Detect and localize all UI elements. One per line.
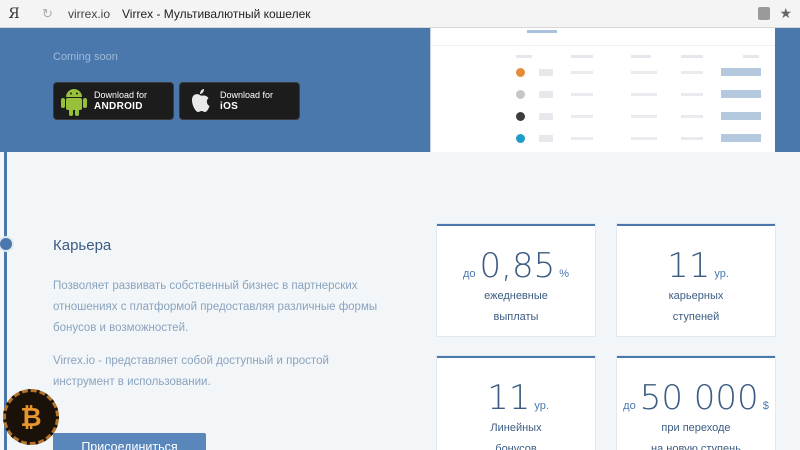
stat-card-level-bonus: до 50 000 $ при переходе на новую ступен… bbox=[617, 356, 775, 450]
timeline-dot bbox=[0, 236, 14, 252]
stat-unit: $ bbox=[762, 400, 769, 412]
stat-card-career-levels: 11 ур. карьерных ступеней bbox=[617, 224, 775, 336]
stat-card-daily-payouts: до 0,85 % ежедневные выплаты bbox=[437, 224, 595, 336]
app-hero-section: Coming soon Download for ANDROID Downloa… bbox=[0, 28, 800, 152]
stat-caption: ежедневные bbox=[484, 290, 548, 302]
stat-unit: ур. bbox=[534, 400, 549, 412]
android-button-line2: ANDROID bbox=[94, 101, 143, 112]
ios-button-line1: Download for bbox=[220, 90, 274, 100]
screenshot-row bbox=[431, 84, 775, 106]
screenshot-tab bbox=[527, 30, 557, 33]
screenshot-row bbox=[431, 62, 775, 84]
bitcoin-symbol: ₿ bbox=[20, 401, 42, 432]
screenshot-header-cell bbox=[681, 55, 703, 58]
yandex-logo-icon[interactable]: Я bbox=[0, 6, 28, 22]
screenshot-header-cell bbox=[571, 55, 593, 58]
stat-caption: ступеней bbox=[672, 311, 720, 323]
apple-icon bbox=[180, 83, 220, 119]
page-title: Virrex - Мультивалютный кошелек bbox=[122, 6, 311, 21]
screenshot-row bbox=[431, 106, 775, 128]
stat-caption: при переходе bbox=[661, 422, 731, 434]
bookmark-star-icon[interactable]: ★ bbox=[779, 5, 792, 22]
screenshot-row bbox=[431, 128, 775, 150]
screenshot-header-cell bbox=[631, 55, 651, 58]
career-heading: Карьера bbox=[53, 237, 112, 254]
stat-value: 11 bbox=[667, 246, 711, 286]
stat-prefix: до bbox=[623, 400, 636, 412]
android-button-line1: Download for bbox=[94, 90, 148, 100]
download-ios-button[interactable]: Download for iOS bbox=[179, 82, 300, 120]
ios-button-line2: iOS bbox=[220, 101, 239, 112]
android-icon bbox=[54, 83, 94, 119]
career-description: Позволяет развивать собственный бизнес в… bbox=[53, 280, 378, 334]
career-description-secondary: Virrex.io - представляет собой доступный… bbox=[53, 355, 329, 388]
coin-dot-icon bbox=[516, 112, 525, 121]
address-bar-url[interactable]: virrex.io bbox=[68, 7, 110, 21]
download-android-button[interactable]: Download for ANDROID bbox=[53, 82, 174, 120]
coin-dot-icon bbox=[516, 68, 525, 77]
lock-icon[interactable] bbox=[758, 7, 770, 20]
reload-icon[interactable]: ↻ bbox=[42, 6, 58, 22]
screenshot-header bbox=[431, 28, 775, 46]
stat-caption: бонусов bbox=[495, 443, 537, 450]
screenshot-header-cell bbox=[743, 55, 759, 58]
screenshot-header-cell bbox=[516, 55, 532, 58]
stat-caption: карьерных bbox=[668, 290, 724, 302]
stat-value: 50 000 bbox=[639, 378, 759, 418]
stat-unit: % bbox=[559, 268, 570, 280]
stat-value: 0,85 bbox=[479, 246, 556, 286]
coin-dot-icon bbox=[516, 134, 525, 143]
stat-caption: на новую ступень bbox=[651, 443, 741, 450]
stat-caption: выплаты bbox=[493, 311, 539, 323]
stat-unit: ур. bbox=[714, 268, 729, 280]
coin-dot-icon bbox=[516, 90, 525, 99]
join-button[interactable]: Присоединиться bbox=[53, 433, 206, 450]
stat-value: 11 bbox=[487, 378, 531, 418]
app-screenshot bbox=[430, 28, 775, 152]
stat-prefix: до bbox=[462, 268, 476, 280]
coming-soon-label: Coming soon bbox=[53, 51, 118, 63]
stat-card-linear-bonuses: 11 ур. Линейных бонусов bbox=[437, 356, 595, 450]
bitcoin-logo-icon: ₿ bbox=[3, 389, 59, 445]
browser-toolbar: Я ↻ virrex.io Virrex - Мультивалютный ко… bbox=[0, 0, 800, 28]
stat-caption: Линейных bbox=[490, 422, 542, 434]
